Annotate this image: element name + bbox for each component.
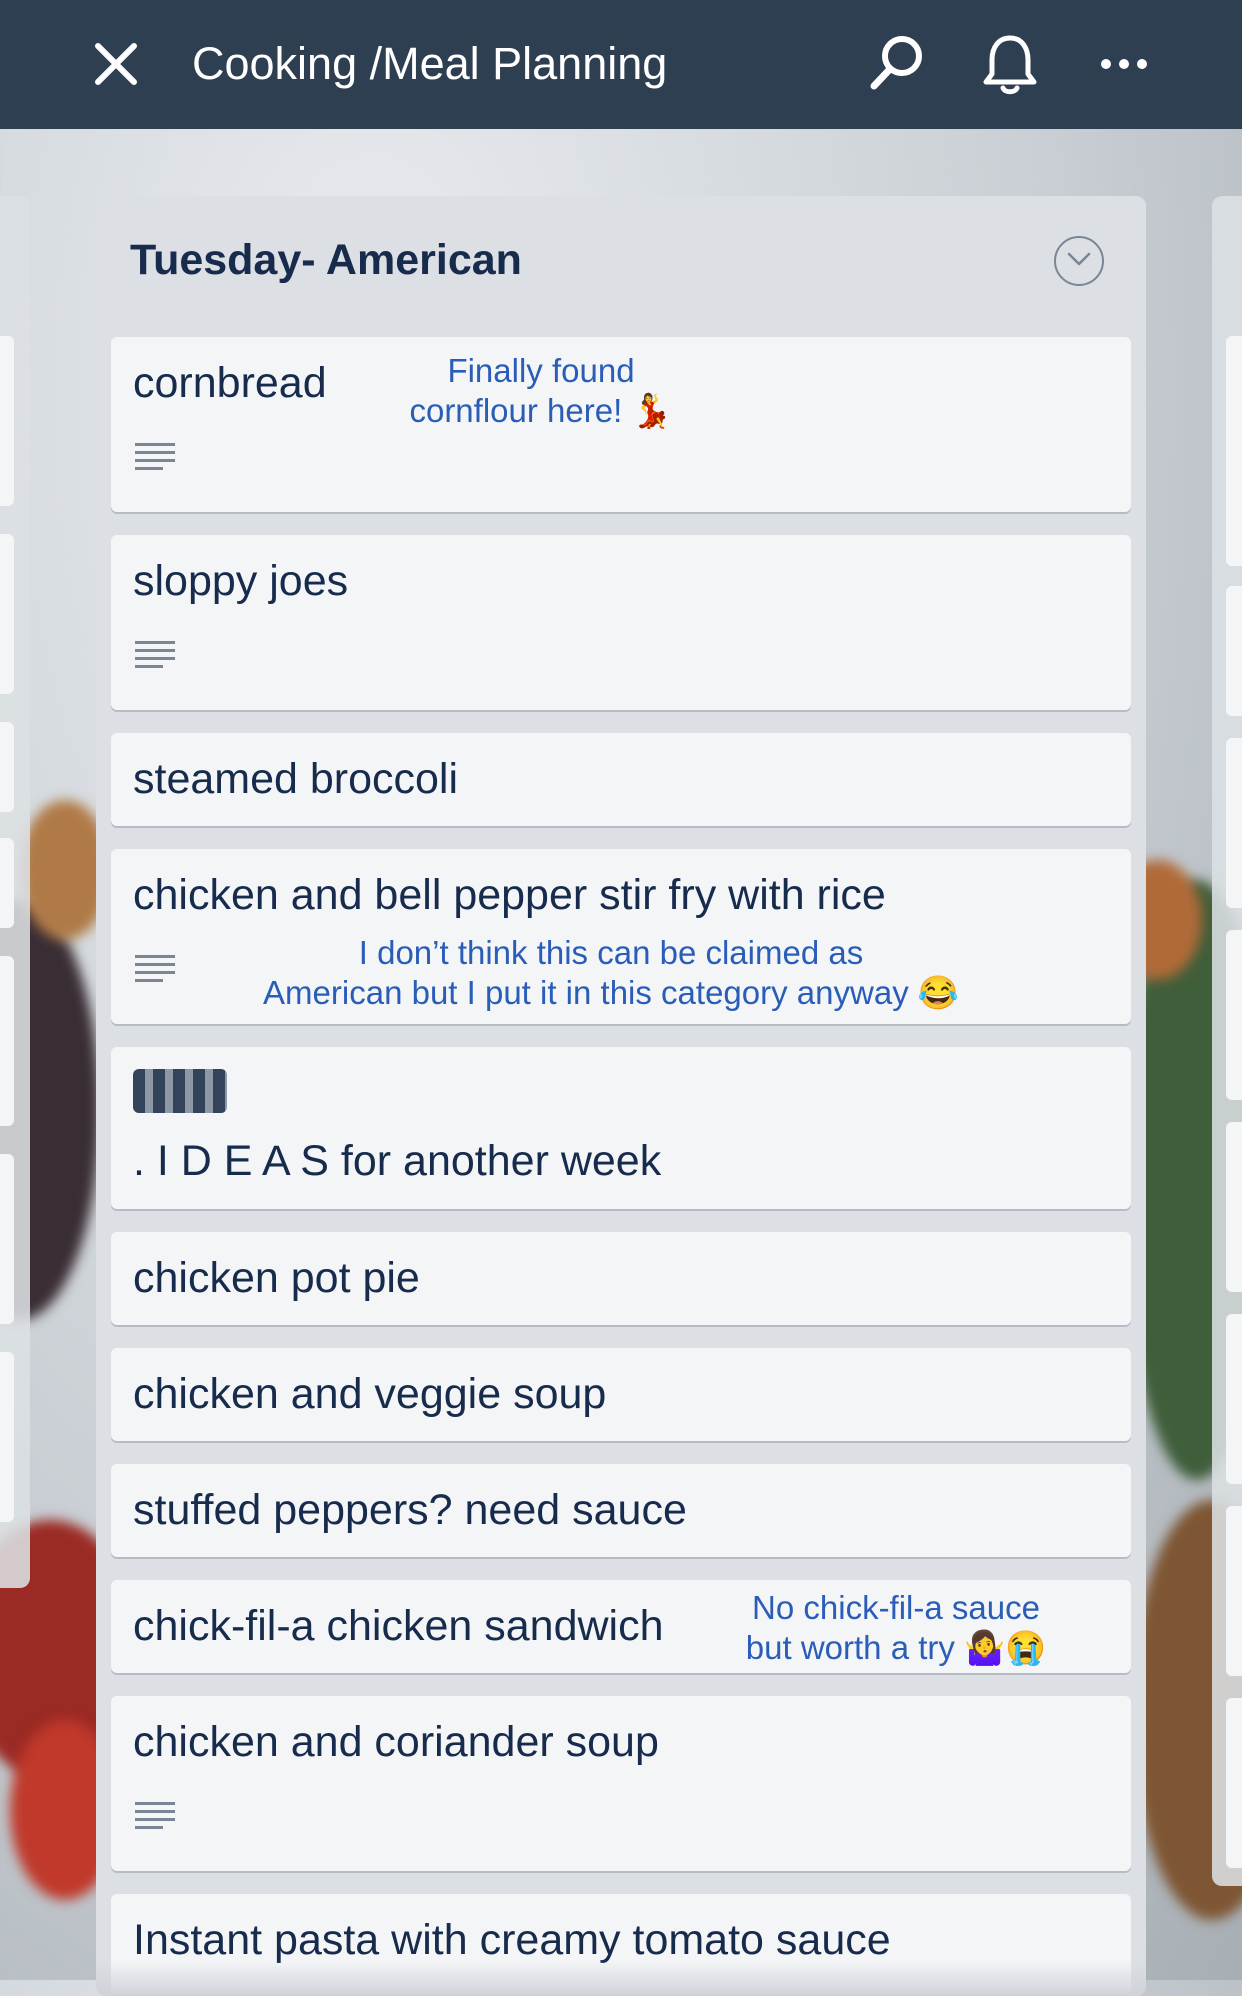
card[interactable] — [1226, 738, 1242, 908]
card-stuffed-peppers[interactable]: stuffed peppers? need sauce — [111, 1464, 1131, 1557]
card-title: chicken pot pie — [133, 1254, 420, 1302]
card-title: chick-fil-a chicken sandwich — [133, 1602, 664, 1650]
handwritten-note: No chick-fil-a sauce but worth a try 🤷‍♀… — [731, 1588, 1061, 1668]
adjacent-list-left[interactable] — [0, 196, 30, 1588]
description-icon — [135, 443, 175, 473]
list-tuesday-american[interactable]: Tuesday- American cornbread Finally foun… — [96, 196, 1146, 1996]
card-title: sloppy joes — [133, 557, 349, 605]
note-line: but worth a try 🤷‍♀️😭 — [745, 1629, 1047, 1666]
card-chicken-pot-pie[interactable]: chicken pot pie — [111, 1232, 1131, 1325]
card-stir-fry[interactable]: chicken and bell pepper stir fry with ri… — [111, 849, 1131, 1024]
handwritten-note: I don’t think this can be claimed as Ame… — [241, 933, 981, 1013]
handwritten-note: Finally found cornflour here! 💃 — [391, 351, 691, 431]
card-chick-fil-a[interactable]: chick-fil-a chicken sandwich No chick-fi… — [111, 1580, 1131, 1673]
card-title: Instant pasta with creamy tomato sauce — [133, 1916, 891, 1964]
card[interactable] — [1226, 1506, 1242, 1676]
card[interactable] — [0, 336, 14, 506]
note-line: No chick-fil-a sauce — [752, 1589, 1040, 1626]
card[interactable] — [1226, 1122, 1242, 1292]
description-icon — [135, 955, 175, 985]
description-icon — [135, 641, 175, 671]
note-line: American but I put it in this category a… — [263, 974, 959, 1011]
note-line: I don’t think this can be claimed as — [358, 934, 864, 971]
bell-icon[interactable] — [976, 30, 1044, 98]
close-icon[interactable] — [82, 30, 150, 98]
board-title: Cooking /Meal Planning — [192, 38, 668, 89]
note-line: Finally found — [447, 352, 635, 389]
search-icon[interactable] — [862, 30, 930, 98]
card[interactable] — [0, 534, 14, 694]
list-title: Tuesday- American — [130, 236, 522, 284]
card-title: chicken and coriander soup — [133, 1718, 659, 1766]
card-title: cornbread — [133, 359, 327, 407]
list-scroll-edge — [96, 1960, 1146, 1996]
card-ideas-divider[interactable]: . I D E A S for another week — [111, 1047, 1131, 1209]
more-icon[interactable] — [1090, 30, 1158, 98]
card-steamed-broccoli[interactable]: steamed broccoli — [111, 733, 1131, 826]
card[interactable] — [0, 956, 14, 1126]
note-line: cornflour here! 💃 — [409, 392, 673, 429]
card[interactable] — [0, 838, 14, 928]
description-icon — [135, 1802, 175, 1832]
board-header: Cooking /Meal Planning — [0, 0, 1242, 129]
card-title: chicken and bell pepper stir fry with ri… — [133, 871, 886, 919]
card[interactable] — [0, 1352, 14, 1522]
card-sloppy-joes[interactable]: sloppy joes — [111, 535, 1131, 710]
card[interactable] — [1226, 930, 1242, 1100]
chevron-down-icon[interactable] — [1054, 236, 1104, 286]
card[interactable] — [1226, 586, 1242, 716]
card[interactable] — [1226, 336, 1242, 566]
card-title: stuffed peppers? need sauce — [133, 1486, 687, 1534]
card-title: chicken and veggie soup — [133, 1370, 607, 1418]
card-cornbread[interactable]: cornbread Finally found cornflour here! … — [111, 337, 1131, 512]
adjacent-list-right[interactable] — [1212, 196, 1242, 1886]
card-title: steamed broccoli — [133, 755, 459, 803]
label-bar — [133, 1069, 227, 1113]
card-chicken-coriander-soup[interactable]: chicken and coriander soup — [111, 1696, 1131, 1871]
card[interactable] — [1226, 1314, 1242, 1484]
card[interactable] — [0, 722, 14, 812]
card-chicken-veggie-soup[interactable]: chicken and veggie soup — [111, 1348, 1131, 1441]
card[interactable] — [0, 1154, 14, 1324]
card-title: . I D E A S for another week — [133, 1137, 662, 1185]
card[interactable] — [1226, 1698, 1242, 1868]
